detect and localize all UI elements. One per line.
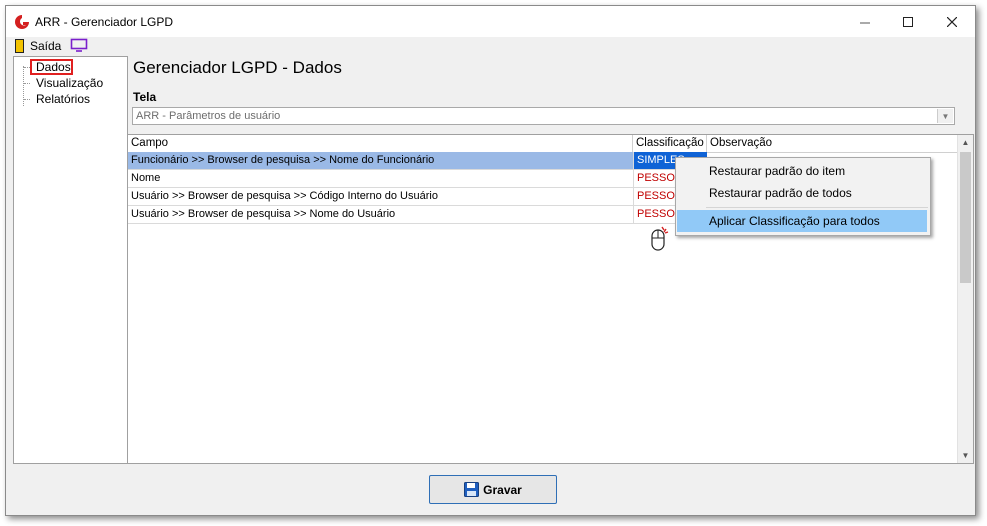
- menu-item-restaurar-item[interactable]: Restaurar padrão do item: [677, 160, 927, 182]
- maximize-button[interactable]: [886, 6, 930, 37]
- maximize-icon: [903, 16, 913, 27]
- menu-bar: Saída: [6, 37, 975, 55]
- exit-menu-item[interactable]: Saída: [30, 39, 61, 53]
- table-row[interactable]: Funcionário >> Browser de pesquisa >> No…: [128, 152, 707, 170]
- minimize-button[interactable]: [843, 6, 887, 37]
- arr-logo-icon: [15, 15, 29, 29]
- menu-separator: [706, 207, 928, 208]
- menu-item-aplicar-classificacao[interactable]: Aplicar Classificação para todos: [677, 210, 927, 232]
- column-header-classificacao[interactable]: Classificação: [633, 135, 707, 152]
- window-title: ARR - Gerenciador LGPD: [35, 15, 174, 29]
- cell-campo[interactable]: Funcionário >> Browser de pesquisa >> No…: [128, 152, 633, 169]
- tree-item-label: Visualização: [36, 76, 104, 90]
- column-header-observacao[interactable]: Observação: [707, 135, 957, 152]
- table-row[interactable]: Nome PESSOAL: [128, 170, 707, 188]
- title-bar: ARR - Gerenciador LGPD: [6, 6, 975, 37]
- chevron-down-icon[interactable]: ▼: [937, 109, 953, 123]
- save-button-label: Gravar: [483, 482, 522, 497]
- scroll-down-icon[interactable]: ▼: [958, 448, 973, 463]
- floppy-disk-icon: [464, 482, 480, 497]
- table-row[interactable]: Usuário >> Browser de pesquisa >> Código…: [128, 188, 707, 206]
- tree-connector: [23, 66, 24, 106]
- tree-item-visualizacao[interactable]: Visualização: [24, 76, 104, 90]
- minimize-icon: [860, 22, 870, 23]
- column-header-campo[interactable]: Campo: [128, 135, 633, 152]
- tree-item-label: Relatórios: [36, 92, 91, 106]
- tela-select[interactable]: ARR - Parâmetros de usuário ▼: [132, 107, 955, 125]
- context-menu: Restaurar padrão do item Restaurar padrã…: [675, 157, 931, 236]
- tree-item-dados[interactable]: Dados: [24, 60, 71, 74]
- mouse-click-icon: [651, 226, 669, 251]
- save-button[interactable]: Gravar: [429, 475, 557, 504]
- close-button[interactable]: [930, 6, 974, 37]
- cell-campo[interactable]: Nome: [128, 170, 633, 187]
- vertical-scrollbar[interactable]: ▲ ▼: [957, 135, 973, 463]
- page-title: Gerenciador LGPD - Dados: [133, 58, 342, 77]
- scroll-up-icon[interactable]: ▲: [958, 135, 973, 150]
- grid-header: Campo Classificação Observação: [128, 135, 957, 153]
- table-row[interactable]: Usuário >> Browser de pesquisa >> Nome d…: [128, 206, 707, 224]
- cell-campo[interactable]: Usuário >> Browser de pesquisa >> Código…: [128, 188, 633, 205]
- app-window: ARR - Gerenciador LGPD Saída Dados Visua…: [5, 5, 976, 516]
- menu-item-restaurar-todos[interactable]: Restaurar padrão de todos: [677, 182, 927, 204]
- tela-select-value: ARR - Parâmetros de usuário: [136, 110, 281, 122]
- close-icon: [947, 16, 957, 27]
- navigation-tree: Dados Visualização Relatórios: [13, 56, 128, 464]
- tela-label: Tela: [133, 90, 157, 104]
- scroll-thumb[interactable]: [960, 152, 971, 283]
- monitor-icon[interactable]: [70, 38, 88, 53]
- tree-item-label: Dados: [36, 60, 71, 74]
- cell-campo[interactable]: Usuário >> Browser de pesquisa >> Nome d…: [128, 206, 633, 223]
- tree-item-relatorios[interactable]: Relatórios: [24, 92, 91, 106]
- exit-door-icon[interactable]: [15, 39, 24, 53]
